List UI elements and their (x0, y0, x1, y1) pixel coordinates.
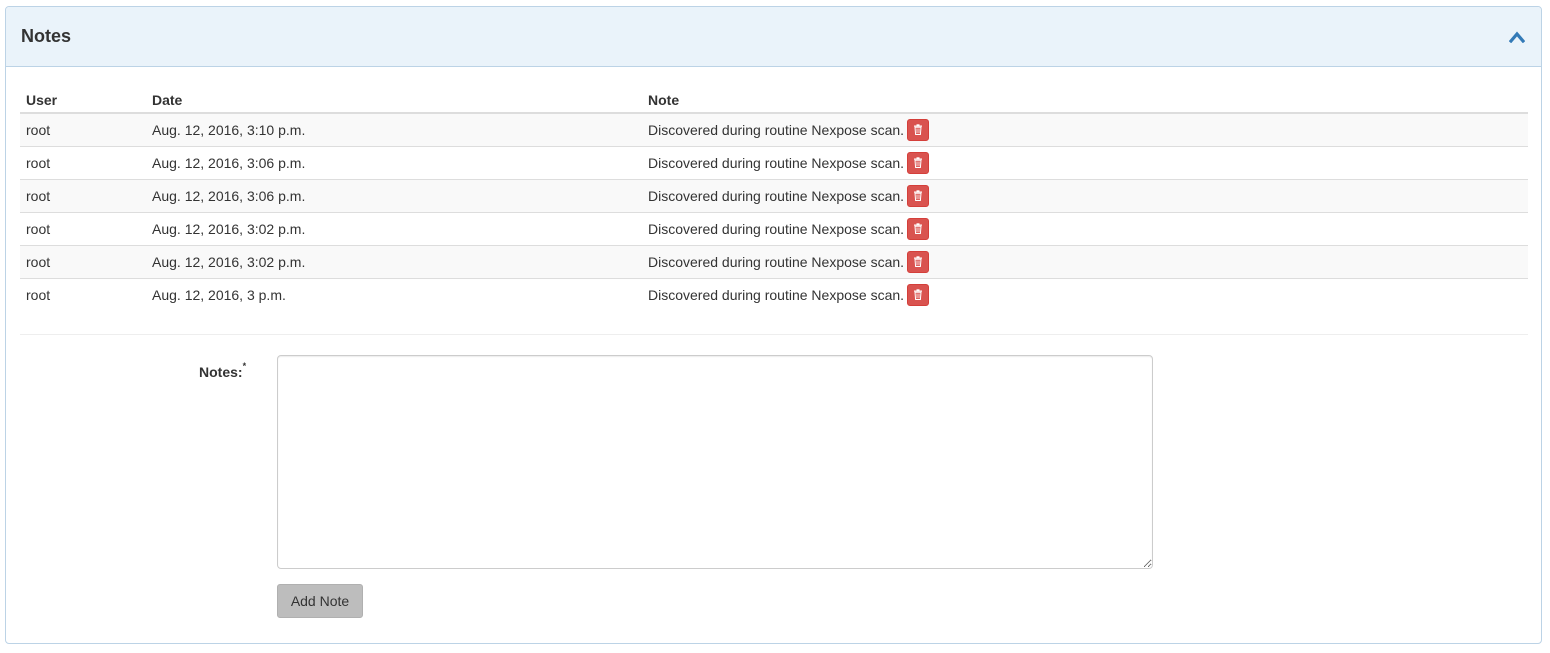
note-text: Discovered during routine Nexpose scan. (648, 121, 905, 138)
table-row: root Aug. 12, 2016, 3:06 p.m. Discovered… (20, 179, 1528, 213)
cell-user: root (20, 179, 146, 213)
delete-note-button[interactable] (907, 118, 930, 141)
table-row: root Aug. 12, 2016, 3:02 p.m. Discovered… (20, 245, 1528, 279)
cell-user: root (20, 212, 146, 246)
cell-date: Aug. 12, 2016, 3:02 p.m. (146, 245, 642, 279)
column-header-date: Date (146, 81, 642, 114)
note-text: Discovered during routine Nexpose scan. (648, 154, 905, 171)
trash-icon (914, 157, 923, 168)
cell-note: Discovered during routine Nexpose scan. (642, 146, 1528, 180)
notes-table: User Date Note root Aug. 12, 2016, 3:10 … (20, 81, 1528, 311)
table-header-row: User Date Note (20, 81, 1528, 114)
column-header-note: Note (642, 81, 1528, 114)
notes-label-text: Notes: (199, 364, 243, 380)
note-text: Discovered during routine Nexpose scan. (648, 286, 905, 303)
delete-note-button[interactable] (907, 184, 930, 207)
cell-note: Discovered during routine Nexpose scan. (642, 278, 1528, 311)
cell-user: root (20, 146, 146, 180)
notes-field-label: Notes:* (199, 361, 247, 380)
add-note-form: Notes:* Add Note (20, 335, 1527, 625)
delete-note-button[interactable] (907, 151, 930, 174)
page: Notes User Date Note root Aug. 12, 2016,… (0, 0, 1550, 653)
cell-user: root (20, 245, 146, 279)
cell-date: Aug. 12, 2016, 3 p.m. (152, 286, 286, 303)
cell-user: root (20, 113, 146, 147)
table-row: root Aug. 12, 2016, 3 p.m. Discovered du… (20, 278, 1528, 311)
table-row: root Aug. 12, 2016, 3:10 p.m. Discovered… (20, 113, 1528, 147)
cell-date: Aug. 12, 2016, 3:06 p.m. (146, 179, 642, 213)
delete-note-button[interactable] (907, 217, 930, 240)
chevron-up-icon[interactable] (1507, 27, 1527, 47)
note-text: Discovered during routine Nexpose scan. (648, 187, 905, 204)
notes-textarea[interactable] (277, 355, 1153, 569)
note-text: Discovered during routine Nexpose scan. (648, 220, 905, 237)
table-row: root Aug. 12, 2016, 3:02 p.m. Discovered… (20, 212, 1528, 246)
table-row: root Aug. 12, 2016, 3:06 p.m. Discovered… (20, 146, 1528, 180)
cell-note: Discovered during routine Nexpose scan. (642, 212, 1528, 246)
trash-icon (914, 256, 923, 267)
trash-icon (914, 124, 923, 136)
delete-note-button[interactable] (907, 283, 930, 306)
cell-date: Aug. 12, 2016, 3:06 p.m. (146, 146, 642, 180)
cell-user: root (26, 286, 51, 303)
panel-heading[interactable]: Notes (6, 7, 1541, 67)
add-note-button[interactable]: Add Note (277, 584, 363, 618)
trash-icon (914, 289, 923, 301)
note-text: Discovered during routine Nexpose scan. (648, 253, 905, 270)
cell-note: Discovered during routine Nexpose scan. (642, 245, 1528, 279)
delete-note-button[interactable] (907, 250, 930, 273)
cell-note: Discovered during routine Nexpose scan. (642, 113, 1528, 147)
cell-date: Aug. 12, 2016, 3:02 p.m. (146, 212, 642, 246)
cell-date: Aug. 12, 2016, 3:10 p.m. (146, 113, 642, 147)
panel-body: User Date Note root Aug. 12, 2016, 3:10 … (6, 67, 1541, 625)
notes-panel: Notes User Date Note root Aug. 12, 2016,… (5, 6, 1542, 644)
required-marker: * (242, 361, 247, 371)
panel-title: Notes (21, 26, 72, 46)
column-header-user: User (20, 81, 146, 114)
trash-icon (914, 223, 923, 234)
trash-icon (914, 190, 923, 201)
cell-note: Discovered during routine Nexpose scan. (642, 179, 1528, 213)
